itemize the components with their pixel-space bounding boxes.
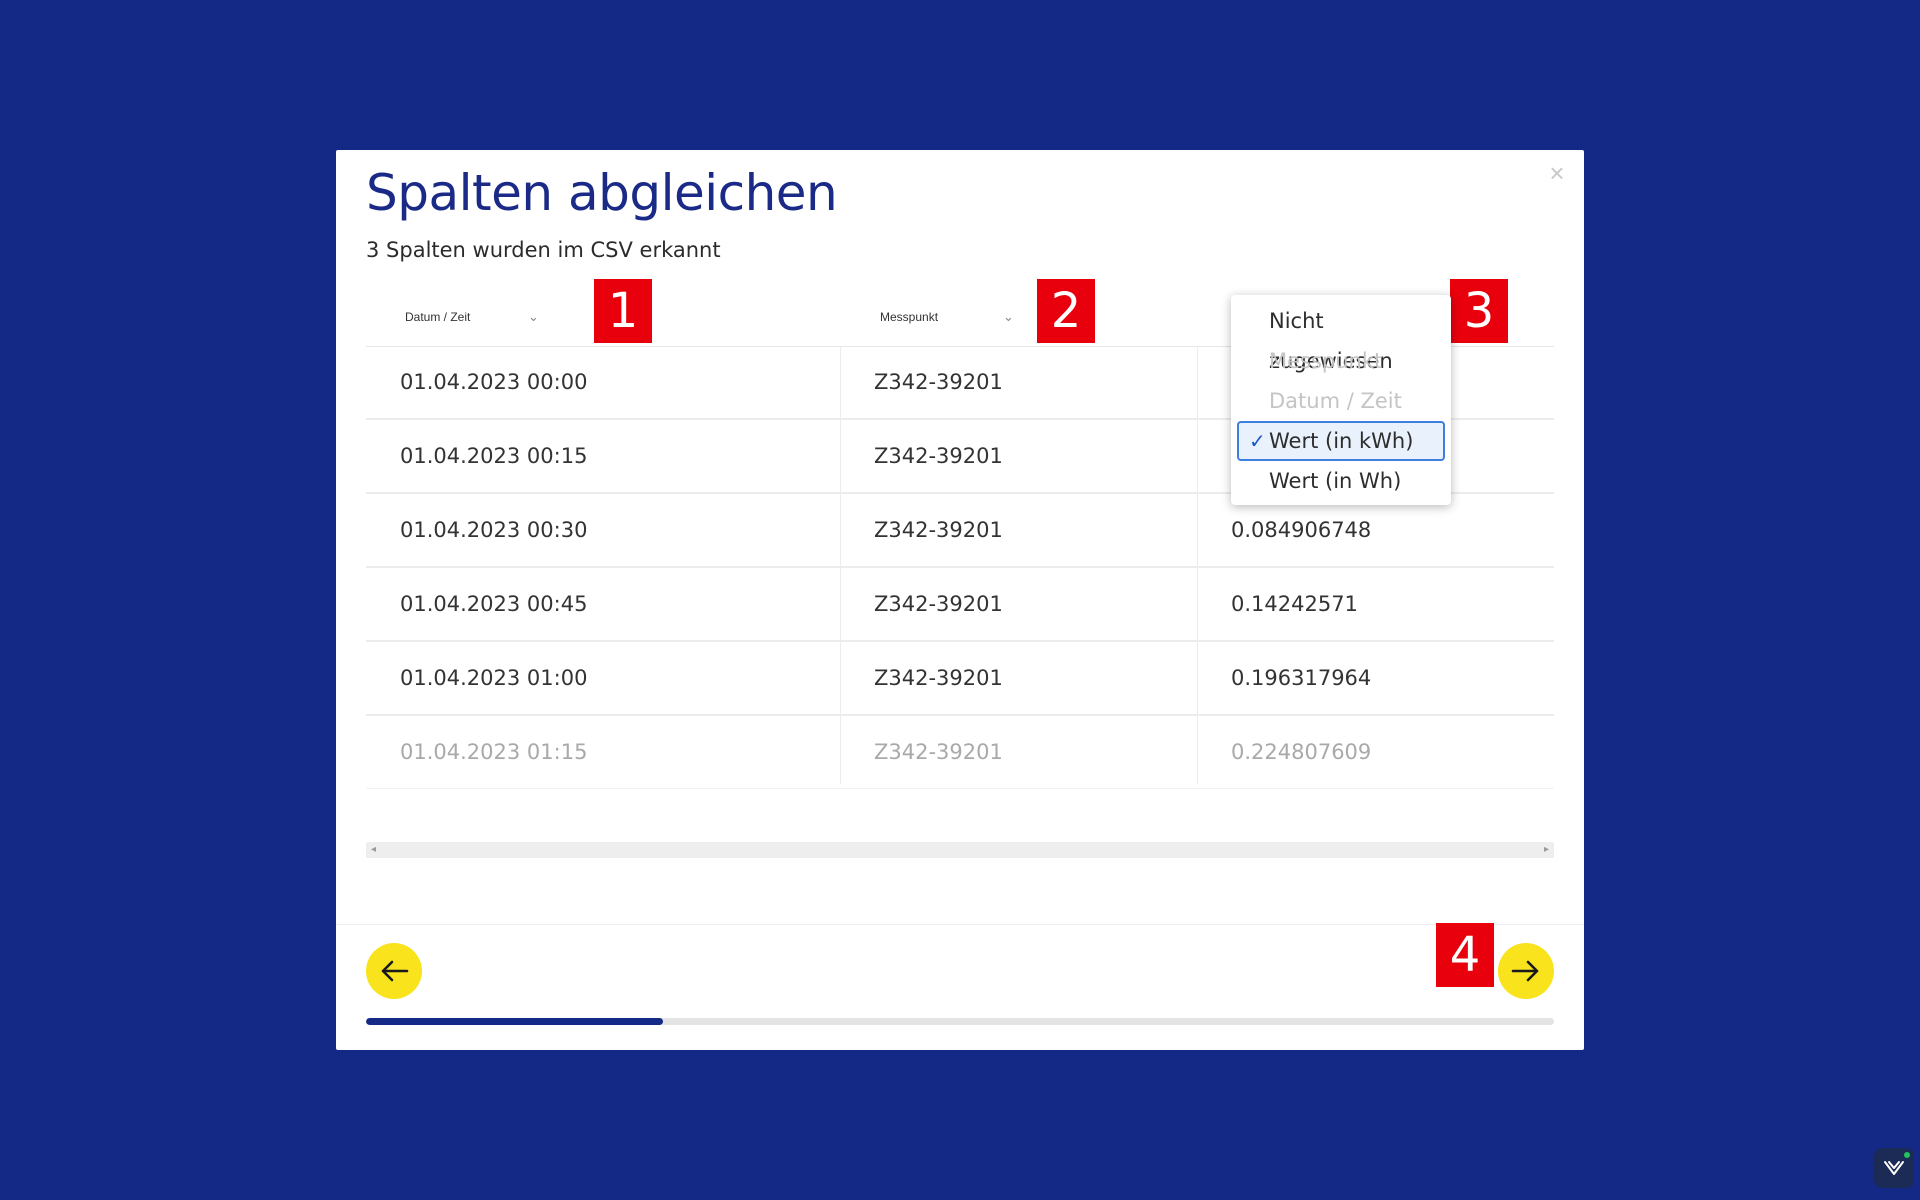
horizontal-scrollbar[interactable]: ◂ ▸ <box>366 842 1554 858</box>
annotation-badge-2: 2 <box>1037 279 1095 343</box>
cell-messpunkt: Z342-39201 <box>874 518 1003 542</box>
option-datum-zeit: Datum / Zeit <box>1269 389 1402 413</box>
chevron-down-icon: ⌄ <box>1003 309 1014 324</box>
table-row: 01.04.2023 00:45 Z342-39201 0.14242571 <box>366 568 1554 642</box>
cell-datetime: 01.04.2023 00:45 <box>400 592 588 616</box>
cell-datetime: 01.04.2023 00:15 <box>400 444 588 468</box>
check-icon: ✓ <box>1249 429 1266 453</box>
annotation-badge-1: 1 <box>594 279 652 343</box>
column-select-2[interactable]: Messpunkt ⌄ <box>880 309 1014 324</box>
table-row: 01.04.2023 01:15 Z342-39201 0.224807609 <box>366 716 1554 789</box>
table-row: 01.04.2023 00:30 Z342-39201 0.084906748 <box>366 494 1554 568</box>
progress-fill <box>366 1018 663 1025</box>
column-select-1[interactable]: Datum / Zeit ⌄ <box>405 309 539 324</box>
option-wert-kwh[interactable]: ✓ Wert (in kWh) <box>1237 421 1445 461</box>
arrow-left-icon <box>381 960 409 982</box>
scroll-left-icon[interactable]: ◂ <box>371 842 376 858</box>
close-icon[interactable]: × <box>1544 160 1570 186</box>
annotation-badge-3: 3 <box>1450 279 1508 343</box>
option-wert-wh[interactable]: Wert (in Wh) <box>1231 461 1451 501</box>
cell-datetime: 01.04.2023 01:00 <box>400 666 588 690</box>
cell-value: 0.224807609 <box>1231 740 1372 764</box>
cell-messpunkt: Z342-39201 <box>874 370 1003 394</box>
annotation-badge-4: 4 <box>1436 923 1494 987</box>
next-button[interactable] <box>1498 943 1554 999</box>
option-label: Wert (in kWh) <box>1269 429 1414 453</box>
option-nicht-zugewiesen[interactable]: Nicht zugewiesen <box>1231 301 1451 373</box>
cell-messpunkt: Z342-39201 <box>874 444 1003 468</box>
option-messpunkt: Messpunkt <box>1269 349 1383 373</box>
status-dot <box>1904 1152 1910 1158</box>
cell-datetime: 01.04.2023 00:30 <box>400 518 588 542</box>
column-select-label: Messpunkt <box>880 310 939 324</box>
cell-value: 0.14242571 <box>1231 592 1358 616</box>
table-row: 01.04.2023 01:00 Z342-39201 0.196317964 <box>366 642 1554 716</box>
cell-messpunkt: Z342-39201 <box>874 592 1003 616</box>
chevron-down-icon: ⌄ <box>528 309 539 324</box>
dialog-title: Spalten abgleichen <box>366 164 838 222</box>
vaadin-logo-icon <box>1884 1161 1904 1175</box>
cell-messpunkt: Z342-39201 <box>874 740 1003 764</box>
cell-datetime: 01.04.2023 01:15 <box>400 740 588 764</box>
dialog-subtitle: 3 Spalten wurden im CSV erkannt <box>366 238 721 262</box>
footer-divider <box>336 924 1584 925</box>
cell-value: 0.196317964 <box>1231 666 1372 690</box>
column-type-dropdown: Nicht zugewiesen Messpunkt Datum / Zeit … <box>1231 295 1451 505</box>
cell-messpunkt: Z342-39201 <box>874 666 1003 690</box>
dev-tools-icon[interactable] <box>1874 1148 1914 1188</box>
column-select-label: Datum / Zeit <box>405 310 471 324</box>
column-mapping-dialog: × Spalten abgleichen 3 Spalten wurden im… <box>336 150 1584 1050</box>
scroll-right-icon[interactable]: ▸ <box>1544 842 1549 858</box>
back-button[interactable] <box>366 943 422 999</box>
arrow-right-icon <box>1511 960 1539 982</box>
cell-datetime: 01.04.2023 00:00 <box>400 370 588 394</box>
progress-bar <box>366 1018 1554 1025</box>
